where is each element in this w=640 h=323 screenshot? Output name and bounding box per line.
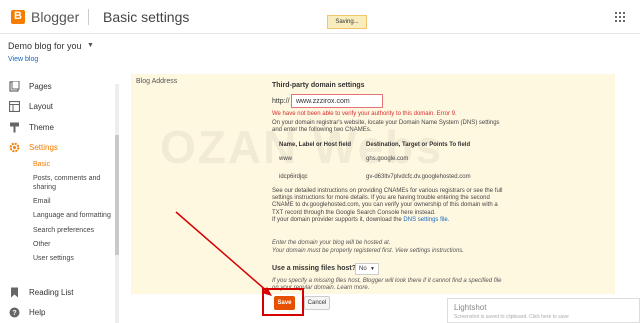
arrow-annotation (175, 211, 272, 296)
lightshot-text: Screenshot is saved to clipboard. Click … (454, 314, 569, 320)
lightshot-title: Lightshot (454, 303, 487, 312)
